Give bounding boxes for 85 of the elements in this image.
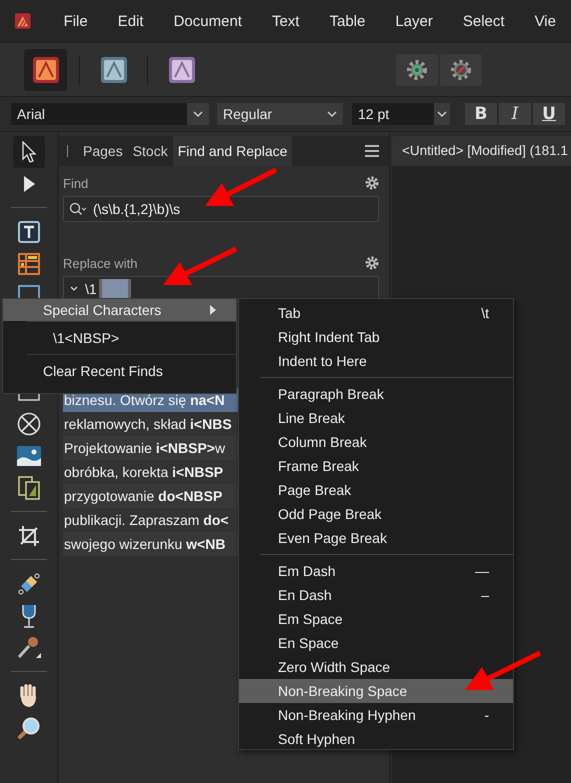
- chevron-down-icon: [327, 111, 337, 117]
- font-family-field[interactable]: Arial: [11, 103, 187, 125]
- find-field[interactable]: (\s\b.{1,2}\b)\s: [63, 196, 379, 222]
- underline-button[interactable]: U: [533, 103, 565, 125]
- menu-item[interactable]: Layer: [380, 12, 448, 30]
- settings-icon[interactable]: [365, 176, 379, 190]
- color-picker-icon[interactable]: [16, 636, 42, 660]
- settings-button[interactable]: [396, 54, 438, 86]
- menu-item[interactable]: Non-Breaking Space: [239, 679, 513, 703]
- menu-item[interactable]: Even Page Break: [239, 526, 513, 550]
- menu-item[interactable]: Column Break: [239, 430, 513, 454]
- dropdown-button[interactable]: [434, 103, 450, 125]
- gear-icon: [449, 58, 473, 82]
- menu-item[interactable]: Tab \t: [239, 301, 513, 325]
- hand-icon[interactable]: [18, 684, 38, 708]
- menu-item[interactable]: Text: [256, 12, 314, 30]
- menu-item[interactable]: Clear Recent Finds: [3, 355, 236, 387]
- menu-item[interactable]: Vie: [520, 12, 571, 30]
- menu-item[interactable]: Soft Hyphen: [239, 727, 513, 751]
- menu-item[interactable]: Em Space: [239, 607, 513, 631]
- menu-item[interactable]: Right Indent Tab: [239, 325, 513, 349]
- table-icon[interactable]: [18, 253, 40, 275]
- menu-item[interactable]: Page Break: [239, 478, 513, 502]
- font-style-dropdown[interactable]: Regular: [217, 103, 343, 125]
- settings-button[interactable]: [440, 54, 482, 86]
- menu-item[interactable]: Table: [314, 12, 380, 30]
- chevron-down-icon: [437, 111, 447, 117]
- panel-tab[interactable]: Pages: [78, 136, 128, 166]
- menu-item[interactable]: Line Break: [239, 406, 513, 430]
- panel-tab[interactable]: Find and Replace: [172, 136, 292, 166]
- shortcut-label: —: [475, 563, 489, 579]
- menu-item[interactable]: En Space: [239, 631, 513, 655]
- menu-item[interactable]: Special Characters: [3, 299, 236, 321]
- persona-icon: [32, 56, 58, 82]
- menu-item[interactable]: En Dash –: [239, 583, 513, 607]
- pointer-icon[interactable]: [20, 141, 36, 163]
- chevron-down-icon: [193, 111, 203, 117]
- dropdown-button[interactable]: [187, 103, 209, 125]
- find-label: Find: [63, 176, 88, 190]
- glass-icon[interactable]: [20, 604, 36, 628]
- result-row[interactable]: Projektowanie i<NBSP>w: [63, 436, 239, 460]
- bold-button[interactable]: B: [465, 103, 497, 125]
- italic-button[interactable]: I: [499, 103, 531, 125]
- menu-item[interactable]: Non-Breaking Hyphen -: [239, 703, 513, 727]
- result-row[interactable]: przygotowanie do<NBSP: [63, 484, 239, 508]
- menu-item[interactable]: Frame Break: [239, 454, 513, 478]
- menu-item[interactable]: File: [48, 12, 103, 30]
- persona-button[interactable]: [24, 48, 67, 90]
- submenu-arrow-icon: [210, 305, 216, 315]
- menu-item[interactable]: Indent to Here: [239, 349, 513, 373]
- result-row[interactable]: reklamowych, skład i<NBS: [63, 412, 239, 436]
- menu-item[interactable]: Paragraph Break: [239, 382, 513, 406]
- search-icon[interactable]: [69, 202, 87, 216]
- menu-item[interactable]: \1<NBSP>: [3, 322, 236, 354]
- crop-icon[interactable]: [18, 525, 40, 547]
- chevron-down-icon[interactable]: [69, 286, 79, 292]
- shortcut-label: \t: [481, 305, 489, 321]
- gear-icon: [405, 58, 429, 82]
- text-frame-icon[interactable]: [18, 221, 40, 243]
- picture-icon[interactable]: [16, 446, 40, 466]
- replace-label: Replace with: [63, 256, 138, 270]
- menu-icon[interactable]: [365, 145, 379, 157]
- shortcut-label: -: [484, 707, 489, 723]
- shortcut-label: –: [481, 587, 489, 603]
- result-row[interactable]: obróbka, korekta i<NBSP: [63, 460, 239, 484]
- menu-item[interactable]: Zero Width Space: [239, 655, 513, 679]
- menu-item[interactable]: Em Dash —: [239, 559, 513, 583]
- place-image-icon[interactable]: [18, 476, 40, 500]
- special-character-token: [98, 279, 131, 299]
- persona-icon: [168, 56, 194, 82]
- menu-item[interactable]: Edit: [102, 12, 159, 30]
- arrow-icon[interactable]: [22, 175, 36, 193]
- font-size-field[interactable]: 12 pt: [352, 103, 434, 125]
- menu-item[interactable]: Document: [158, 12, 257, 30]
- result-row[interactable]: swojego wizerunku w<NB: [63, 532, 239, 556]
- gradient-icon[interactable]: [16, 572, 40, 596]
- ellipse-frame-icon[interactable]: [16, 412, 40, 436]
- panel-tab[interactable]: Stock: [128, 136, 173, 166]
- menu-item[interactable]: Odd Page Break: [239, 502, 513, 526]
- persona-icon: [100, 56, 126, 82]
- menu-item[interactable]: Select: [448, 12, 520, 30]
- result-row[interactable]: publikacji. Zapraszam do<: [63, 508, 239, 532]
- zoom-icon[interactable]: [16, 716, 40, 740]
- settings-icon[interactable]: [365, 256, 379, 270]
- document-tab[interactable]: <Untitled> [Modified] (181.1: [392, 136, 571, 166]
